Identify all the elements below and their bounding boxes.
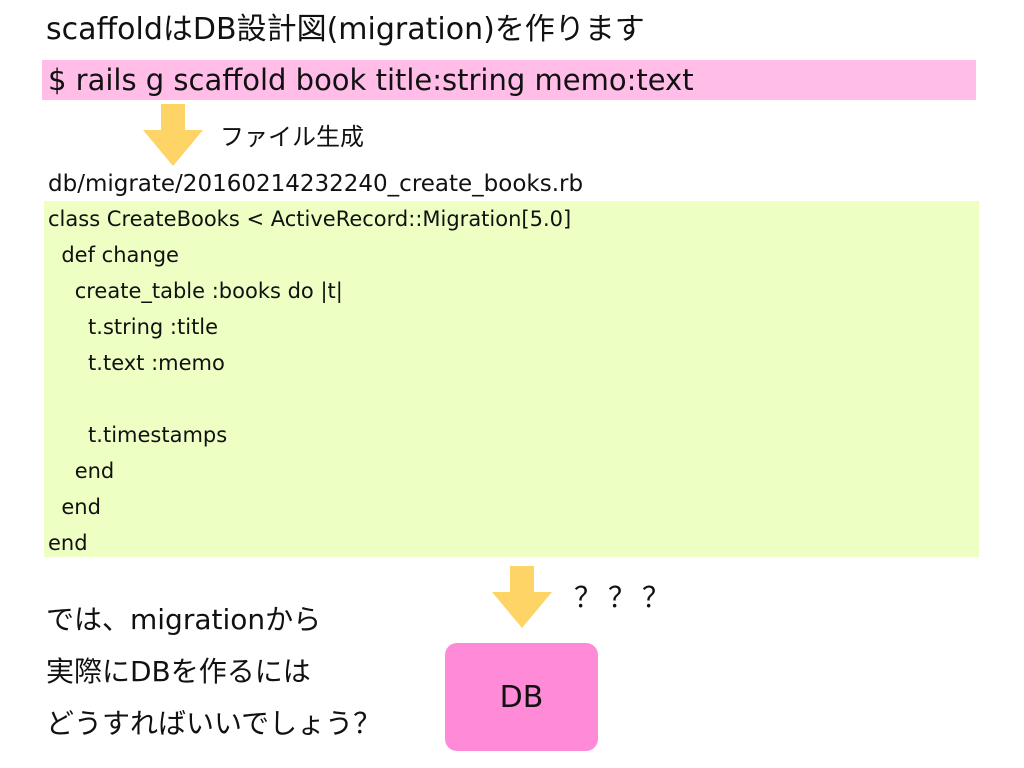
command-text: $ rails g scaffold book title:string mem… xyxy=(48,63,694,97)
code-line: t.text :memo xyxy=(48,351,225,375)
slide-title: scaffoldはDB設計図(migration)を作ります xyxy=(46,12,645,47)
question-line: どうすればいいでしょう？ xyxy=(46,707,382,740)
db-label: DB xyxy=(499,679,544,715)
code-line: t.string :title xyxy=(48,315,219,339)
question-marks: ？？？ xyxy=(574,581,677,614)
question-line: では、migrationから xyxy=(46,603,322,636)
code-line: end xyxy=(48,459,115,483)
arrow-down-icon xyxy=(492,566,552,628)
code-line: end xyxy=(48,495,101,519)
arrow-down-icon xyxy=(143,104,203,166)
question-line: 実際にDBを作るには xyxy=(46,655,311,688)
code-line: def change xyxy=(48,243,179,267)
code-line: t.timestamps xyxy=(48,423,228,447)
code-line: class CreateBooks < ActiveRecord::Migrat… xyxy=(48,207,572,231)
db-box: DB xyxy=(445,643,598,751)
file-generated-label: ファイル生成 xyxy=(220,123,364,151)
question-text: では、migrationから 実際にDBを作るには どうすればいいでしょう？ xyxy=(46,594,381,750)
code-line: create_table :books do |t| xyxy=(48,279,343,303)
file-path: db/migrate/20160214232240_create_books.r… xyxy=(48,171,584,197)
code-lines: class CreateBooks < ActiveRecord::Migrat… xyxy=(48,201,571,561)
code-line: end xyxy=(48,531,88,555)
